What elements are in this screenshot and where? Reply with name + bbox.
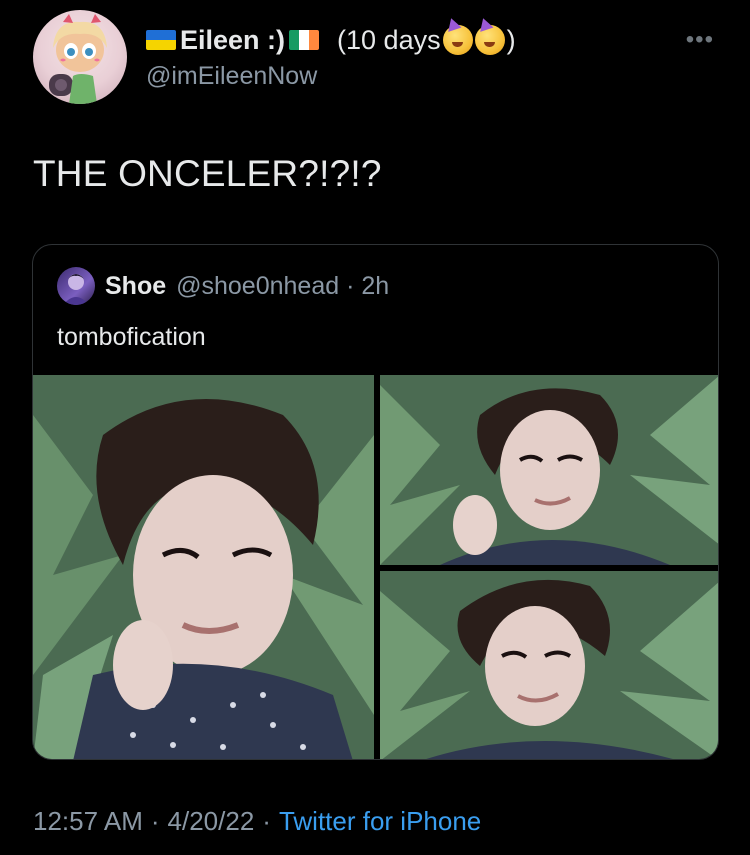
media-grid [33,375,718,759]
quoted-display-name: Shoe [105,271,167,300]
tweet: Eileen :) (10 days ) @imEileenNow ••• TH… [0,0,750,855]
ukraine-flag-icon [146,30,176,50]
tweet-text: THE ONCELER?!?!? [33,153,382,194]
party-face-icon [474,25,505,55]
more-options-icon[interactable]: ••• [686,28,714,52]
name-suffix: (10 days ) [337,24,516,56]
tweet-meta: 12:57 AM · 4/20/22 · Twitter for iPhone [33,806,481,837]
tweet-time: 12:57 AM [33,806,143,836]
flag-stripe [146,30,176,40]
tweet-date: 4/20/22 [167,806,255,836]
photo-2[interactable] [380,375,718,565]
ireland-flag-icon [289,30,320,50]
days-label: (10 days [337,25,441,55]
party-face-icon [442,25,473,55]
display-name-row[interactable]: Eileen :) (10 days ) [146,24,516,56]
quoted-tweet-header: Shoe @shoe0nhead · 2h [57,267,389,305]
source-link[interactable]: Twitter for iPhone [279,806,481,837]
flag-stripe [299,30,310,50]
quoted-handle-time: @shoe0nhead · 2h [176,271,390,300]
flag-stripe [289,30,300,50]
photo-3[interactable] [380,571,718,759]
quoted-tweet-text: tombofication [57,323,206,351]
photo-1[interactable] [33,375,374,759]
flag-stripe [309,30,320,50]
separator-dot: · [150,806,160,836]
quoted-tweet[interactable]: Shoe @shoe0nhead · 2h tombofication [32,244,719,760]
quoted-avatar[interactable] [57,267,95,305]
days-close: ) [506,25,516,55]
author-handle[interactable]: @imEileenNow [146,60,516,92]
separator-dot: · [262,806,271,836]
flag-stripe [146,40,176,50]
display-name: Eileen :) [180,25,286,55]
avatar[interactable] [33,10,127,104]
author-names: Eileen :) (10 days ) @imEileenNow [146,24,516,92]
